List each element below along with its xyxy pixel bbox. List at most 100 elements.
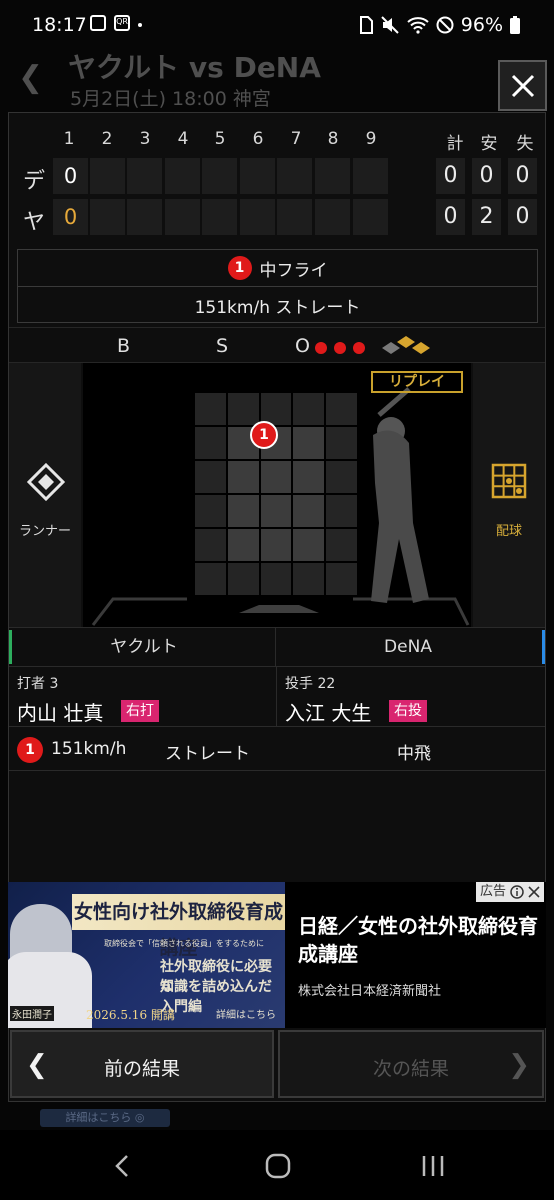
inning-header: 8 [327,129,339,149]
inning-score [315,158,350,194]
pitch-chart-button[interactable]: 配球 [473,363,545,627]
out-dot [315,342,327,354]
inning-score [90,199,125,235]
sim-icon [359,16,373,34]
wifi-icon [407,17,429,34]
pitch-chart-label: 配球 [495,524,522,539]
ad-info-icon[interactable] [510,885,524,899]
strike-zone-view: 1 リプレイ [83,363,471,627]
replay-button[interactable]: リプレイ [371,371,463,393]
inning-header: 3 [139,129,151,149]
total-runs: 0 [436,158,465,194]
pitch-speed: 151km/h [51,739,127,759]
ad-title[interactable]: 日経／女性の社外取締役育成講座 [298,912,538,968]
inning-score [165,158,200,194]
ball-label: B [117,335,131,357]
players-row: 打者 3 内山 壮真 右打 投手 22 入江 大生 右投 [9,667,545,727]
team-color-bar-right [542,630,545,664]
pitch-type: ストレート [165,744,250,764]
total-hits: 2 [472,199,501,235]
runner-button[interactable]: ランナー [9,363,81,627]
strike-label: S [216,335,229,357]
previous-result-button[interactable]: ❮ 前の結果 [10,1030,274,1098]
ad-banner-line: 取締役会で「信頼される役員」をするために [104,939,264,948]
pitcher-hand-badge: 右投 [389,700,427,722]
play-detail: 151km/h ストレート [194,297,361,318]
batter-role: 打者 3 [17,676,59,692]
pitch-zone-grid [195,393,357,595]
pitch-marker[interactable]: 1 [250,421,278,449]
play-result-box: 1 中フライ 151km/h ストレート [17,249,538,323]
ad-banner-image[interactable]: 女性向け社外取締役育成講座 取締役会で「信頼される役員」をするために 社外取締役… [8,882,285,1028]
system-home-icon[interactable] [265,1153,291,1179]
battery-icon [510,16,520,34]
previous-result-label: 前の結果 [103,1058,180,1080]
runner-label: ランナー [18,524,71,539]
batter-name: 内山 壮真 [17,701,104,725]
pitch-log-row[interactable]: 1 151km/h ストレート 中飛 [9,727,545,771]
inning-score [240,158,275,194]
background-title: ヤクルト vs DeNA [68,51,321,84]
background-subtitle: 5月2日(土) 18:00 神宮 [70,88,271,110]
pitcher-role: 投手 22 [285,676,336,692]
inning-header: 5 [214,129,226,149]
inning-score [90,158,125,194]
inning-score [277,199,312,235]
total-hits: 0 [472,158,501,194]
ad-banner-heading: 女性向け社外取締役育成講座 [72,894,285,959]
close-button[interactable] [498,60,547,111]
count-indicator: B S O [9,327,545,363]
team-abbrev: ヤ [22,210,45,235]
out-label: O [295,335,310,357]
battery-percent: 96% [460,14,503,36]
play-result: 中フライ [259,260,328,281]
ad-tag[interactable]: 広告 [475,882,544,902]
out-dot [353,342,365,354]
system-back-icon[interactable] [114,1154,130,1178]
pitch-number-badge: 1 [17,737,43,763]
ad-banner-date: 2026.5.16 開講 [86,1008,175,1022]
inning-score [277,158,312,194]
qr-icon: QR [114,15,130,31]
inning-header: 2 [101,129,113,149]
advertisement[interactable]: 女性向け社外取締役育成講座 取締役会で「信頼される役員」をするために 社外取締役… [8,882,546,1028]
inning-score [315,199,350,235]
inning-header: 7 [290,129,302,149]
close-icon [511,74,534,97]
totals-header: 失 [516,134,534,154]
inning-score [127,199,162,235]
pitch-result: 中飛 [397,744,431,764]
back-arrow-icon: ❮ [18,60,44,95]
ad-company: 株式会社日本経済新聞社 [298,984,442,999]
diamond-icon [27,463,65,501]
mute-icon [381,16,399,34]
more-dot-icon [138,23,142,27]
total-errors: 0 [508,158,537,194]
dnd-icon [436,16,454,34]
totals-header: 計 [446,134,464,154]
inning-score [202,158,237,194]
ad-close-icon[interactable] [528,886,540,898]
play-number-badge: 1 [227,256,252,280]
ad-banner-person: 永田潤子 [10,1006,54,1021]
status-time: 18:17 [32,14,87,36]
background-page-header: ❮ ヤクルト vs DeNA 5月2日(土) 18:00 神宮 [0,40,554,115]
background-footer-link: 詳細はこちら ◎ [40,1109,170,1127]
pitcher-name: 入江 大生 [285,701,372,725]
pitch-chart-icon [491,463,527,499]
inning-score: 0 [53,199,88,235]
inning-header: 4 [177,129,189,149]
inning-score [240,199,275,235]
teams-row: ヤクルト DeNA [9,627,545,667]
next-result-label: 次の結果 [372,1058,449,1080]
system-navigation-bar [0,1130,554,1200]
team-abbrev: デ [22,169,45,194]
system-recents-icon[interactable] [421,1154,445,1178]
inning-header: 9 [365,129,377,149]
next-result-button[interactable]: 次の結果 ❯ [278,1030,544,1098]
ad-tag-label: 広告 [479,884,506,899]
bases-icon [382,336,430,354]
team-color-bar-left [9,630,12,664]
inning-header: 1 [63,129,75,149]
chevron-right-icon: ❯ [508,1050,530,1080]
